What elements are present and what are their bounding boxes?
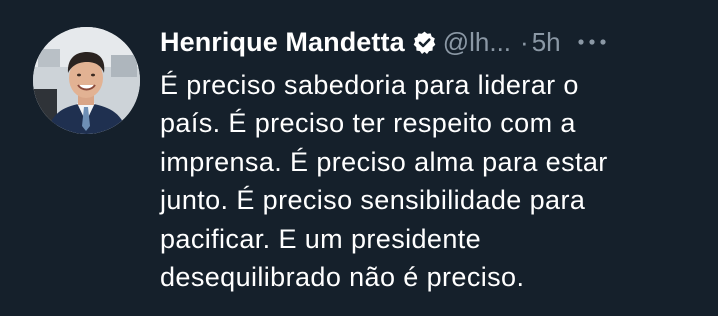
tweet-header: Henrique Mandetta @lh... · 5h [160,22,708,62]
tweet-text: É preciso sabedoria para liderar o país.… [160,66,705,296]
handle[interactable]: @lh... [443,27,511,58]
avatar[interactable] [33,27,140,134]
display-name[interactable]: Henrique Mandetta [160,27,405,58]
tweet-text-line: país. É preciso ter respeito com a [160,108,576,139]
tweet[interactable]: Henrique Mandetta @lh... · 5h É preciso … [0,0,718,316]
profile-photo-icon [33,27,140,134]
tweet-text-line: imprensa. É preciso alma para estar [160,146,608,177]
tweet-text-line: junto. É preciso sensibilidade para [160,185,586,216]
separator: · [520,26,529,57]
tweet-text-line: desequilibrado não é preciso. [160,262,525,293]
verified-badge-icon [412,30,437,55]
more-options-icon[interactable] [577,32,607,52]
tweet-text-line: É preciso sabedoria para liderar o [160,70,579,100]
timestamp[interactable]: 5h [532,27,561,58]
tweet-text-line: pacificar. E um presidente [160,223,482,254]
